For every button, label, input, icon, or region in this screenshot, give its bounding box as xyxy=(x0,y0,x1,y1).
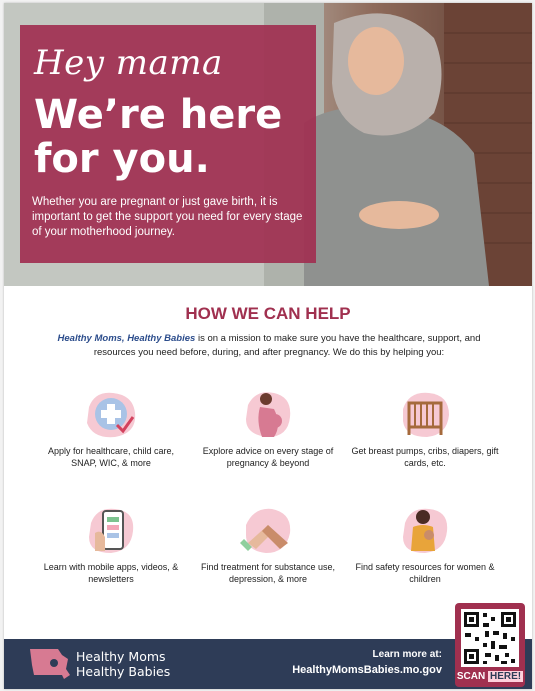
holding-hands-icon xyxy=(240,508,291,553)
medical-cross-icon xyxy=(87,392,136,438)
hero-promo-box: Hey mama We’re here for you. Whether you… xyxy=(20,25,316,263)
help-item-caption: Learn with mobile apps, videos, & newsle… xyxy=(43,562,179,584)
hero-script-line: Hey mama xyxy=(34,43,223,83)
help-item-caption: Explore advice on every stage of pregnan… xyxy=(202,446,334,468)
scan-text: SCAN xyxy=(456,671,486,682)
help-item-caption: Apply for healthcare, child care, SNAP, … xyxy=(47,446,175,468)
help-item-safety: Find safety resources for women & childr… xyxy=(350,503,500,585)
hero-section: Hey mama We’re here for you. Whether you… xyxy=(4,3,532,286)
flyer-page: Hey mama We’re here for you. Whether you… xyxy=(4,3,532,689)
help-item-learning: Learn with mobile apps, videos, & newsle… xyxy=(36,503,186,585)
here-text: HERE! xyxy=(488,671,524,682)
mobile-phone-icon xyxy=(89,508,134,553)
scan-here-label: SCAN HERE! xyxy=(455,671,525,682)
logo-line-2: Healthy Babies xyxy=(76,664,171,679)
pregnant-woman-icon xyxy=(246,392,291,437)
section-title: HOW WE CAN HELP xyxy=(185,304,351,323)
website-link[interactable]: HealthyMomsBabies.mo.gov xyxy=(292,664,442,676)
learn-more-label: Learn more at: xyxy=(372,649,442,660)
intro-brand: Healthy Moms, Healthy Babies xyxy=(57,333,196,344)
qr-code[interactable] xyxy=(461,609,519,667)
help-item-caption: Get breast pumps, cribs, diapers, gift c… xyxy=(351,446,499,468)
help-item-supplies: Get breast pumps, cribs, diapers, gift c… xyxy=(350,387,500,469)
mother-child-icon xyxy=(403,508,448,553)
help-item-advice: Explore advice on every stage of pregnan… xyxy=(193,387,343,469)
help-item-treatment: Find treatment for substance use, depres… xyxy=(193,503,343,585)
footer-logo-text: Healthy Moms Healthy Babies xyxy=(76,649,170,679)
help-item-caption: Find safety resources for women & childr… xyxy=(355,562,495,584)
missouri-map-logo-icon xyxy=(30,649,70,679)
intro-text: Healthy Moms, Healthy Babies is on a mis… xyxy=(38,332,500,360)
hero-headline: We’re here for you. xyxy=(34,92,283,182)
learn-more-block: Learn more at: HealthyMomsBabies.mo.gov xyxy=(292,649,442,676)
hero-body-text: Whether you are pregnant or just gave bi… xyxy=(32,196,303,238)
help-item-healthcare: Apply for healthcare, child care, SNAP, … xyxy=(36,387,186,469)
crib-icon xyxy=(403,392,449,437)
qr-code-icon xyxy=(464,612,516,664)
help-item-caption: Find treatment for substance use, depres… xyxy=(200,562,336,584)
logo-line-1: Healthy Moms xyxy=(76,649,166,664)
footer-bar: Healthy Moms Healthy Babies Learn more a… xyxy=(4,639,532,689)
qr-code-box[interactable]: SCAN HERE! xyxy=(455,603,525,687)
